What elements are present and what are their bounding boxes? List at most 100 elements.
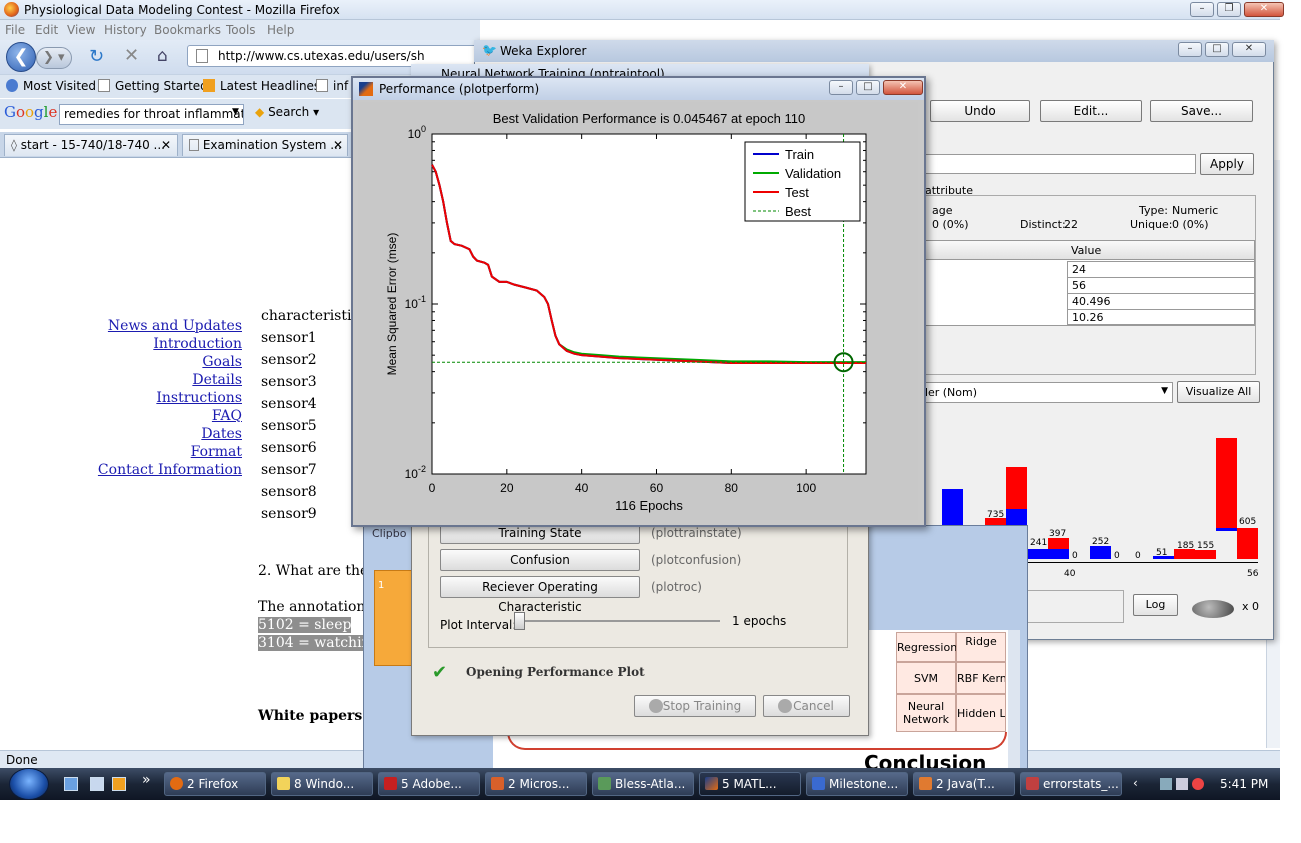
chevron-down-icon[interactable]: ▼: [232, 107, 239, 117]
taskbar-matlab[interactable]: 5 MATL...: [699, 772, 801, 796]
taskbar-errorstats[interactable]: errorstats_...: [1020, 772, 1122, 796]
page-icon: [316, 79, 328, 92]
confusion-button[interactable]: Confusion: [440, 549, 640, 571]
tab-examination[interactable]: Examination System ... ✕: [182, 134, 348, 156]
histogram-axis-label: 40: [1064, 569, 1076, 579]
minimize-button[interactable]: –: [1178, 42, 1202, 57]
menu-file[interactable]: File: [5, 23, 25, 37]
menu-help[interactable]: Help: [267, 23, 294, 37]
edit-button[interactable]: Edit...: [1040, 100, 1142, 122]
minimize-button[interactable]: –: [1190, 2, 1214, 17]
matlab-icon: [359, 82, 373, 96]
filter-field[interactable]: [922, 154, 1196, 174]
nav-introduction[interactable]: Introduction: [153, 336, 242, 352]
close-tab-icon[interactable]: ✕: [333, 138, 343, 152]
status-text: Done: [6, 753, 38, 767]
close-button[interactable]: ✕: [1232, 42, 1266, 57]
nav-dates[interactable]: Dates: [201, 426, 242, 442]
taskbar-windows-explorer[interactable]: 8 Windo...: [271, 772, 373, 796]
tab-icon: ◊: [11, 138, 17, 152]
stop-icon[interactable]: ✕: [124, 45, 139, 66]
maximize-button[interactable]: □: [856, 80, 880, 95]
field-name: sensor2: [261, 352, 317, 368]
bookmark-latest-headlines[interactable]: Latest Headlines: [203, 79, 320, 93]
nav-contact[interactable]: Contact Information: [98, 462, 242, 478]
plot-fn-name: (plottrainstate): [651, 526, 742, 540]
quick-launch-chevron-icon[interactable]: »: [142, 772, 151, 788]
home-icon[interactable]: ⌂: [157, 46, 168, 66]
nav-format[interactable]: Format: [191, 444, 242, 460]
restore-button[interactable]: ❐: [1217, 2, 1241, 17]
apply-button[interactable]: Apply: [1200, 153, 1254, 175]
menu-tools[interactable]: Tools: [226, 23, 256, 37]
media-player-icon[interactable]: [112, 777, 126, 791]
taskbar-bless[interactable]: Bless-Atla...: [592, 772, 694, 796]
network-icon[interactable]: [1160, 778, 1172, 790]
taskbar-firefox[interactable]: 2 Firefox: [164, 772, 266, 796]
forward-button[interactable]: ❯ ▾: [36, 47, 72, 69]
histogram-count: 735: [987, 510, 1005, 520]
chart-title: Best Validation Performance is 0.045467 …: [493, 111, 805, 126]
roc-button[interactable]: Reciever Operating Characteristic: [440, 576, 640, 614]
x-tick-label: 0: [429, 481, 436, 495]
save-button[interactable]: Save...: [1150, 100, 1253, 122]
reload-icon[interactable]: ↻: [89, 46, 104, 67]
taskbar-label: Bless-Atla...: [615, 777, 686, 791]
start-button[interactable]: [9, 768, 49, 800]
tab-start[interactable]: ◊ start - 15-740/18-740 ... ✕: [4, 134, 178, 156]
histogram-count: 0: [1135, 551, 1141, 561]
plot-interval-slider[interactable]: [514, 612, 525, 630]
taskbar-java[interactable]: 2 Java(T...: [913, 772, 1015, 796]
taskbar-microsoft[interactable]: 2 Micros...: [485, 772, 587, 796]
nav-instructions[interactable]: Instructions: [156, 390, 242, 406]
search-label: Search: [268, 105, 310, 119]
nav-news[interactable]: News and Updates: [108, 318, 242, 334]
adobe-icon: [384, 777, 397, 790]
field-name: sensor4: [261, 396, 317, 412]
histogram-count: 241: [1030, 538, 1048, 548]
menu-edit[interactable]: Edit: [35, 23, 58, 37]
menu-view[interactable]: View: [67, 23, 95, 37]
nav-details[interactable]: Details: [192, 372, 242, 388]
task-count: x 0: [1242, 600, 1260, 613]
google-search-input[interactable]: remedies for throat inflammat: [59, 104, 244, 125]
visualize-all-button[interactable]: Visualize All: [1177, 381, 1260, 403]
taskbar-adobe[interactable]: 5 Adobe...: [378, 772, 480, 796]
nav-faq[interactable]: FAQ: [212, 408, 242, 424]
clipboard-label: Clipbo: [372, 527, 407, 540]
display-icon[interactable]: [1176, 778, 1188, 790]
bookmark-getting-started[interactable]: Getting Started: [98, 79, 208, 93]
close-tab-icon[interactable]: ✕: [161, 138, 171, 152]
menu-bookmarks[interactable]: Bookmarks: [154, 23, 221, 37]
taskbar-milestone[interactable]: Milestone...: [806, 772, 908, 796]
switch-windows-icon[interactable]: [90, 777, 104, 791]
nav-goals[interactable]: Goals: [202, 354, 242, 370]
volume-icon[interactable]: [1192, 778, 1204, 790]
google-search-button[interactable]: ◆ Search ▾: [255, 105, 319, 119]
minimize-button[interactable]: –: [829, 80, 853, 95]
back-button[interactable]: ❮: [6, 42, 36, 72]
log-button[interactable]: Log: [1133, 594, 1178, 616]
figure-canvas: Best Validation Performance is 0.045467 …: [358, 102, 918, 520]
bookmark-most-visited[interactable]: Most Visited: [6, 79, 96, 93]
class-select[interactable]: der (Nom) ▼: [918, 382, 1173, 403]
bookmark-label: Getting Started: [115, 79, 208, 93]
tray-chevron-icon[interactable]: ‹: [1133, 776, 1138, 790]
field-name: sensor1: [261, 330, 317, 346]
stop-training-button[interactable]: Stop Training: [634, 695, 756, 717]
close-button[interactable]: ✕: [883, 80, 923, 95]
field-name: sensor7: [261, 462, 317, 478]
unique-label: Unique:: [1130, 218, 1173, 231]
show-desktop-icon[interactable]: [64, 777, 78, 791]
ppt-scrollbar[interactable]: [1008, 630, 1020, 770]
maximize-button[interactable]: □: [1205, 42, 1229, 57]
bookmark-inf[interactable]: inf: [316, 79, 348, 93]
missing-value: 0 (0%): [932, 218, 969, 231]
x-tick-label: 60: [650, 481, 664, 495]
firefox-icon: [4, 2, 19, 17]
cancel-button[interactable]: Cancel: [763, 695, 850, 717]
clock[interactable]: 5:41 PM: [1220, 777, 1268, 791]
menu-history[interactable]: History: [104, 23, 147, 37]
close-button[interactable]: ✕: [1244, 2, 1284, 17]
undo-button[interactable]: Undo: [930, 100, 1030, 122]
